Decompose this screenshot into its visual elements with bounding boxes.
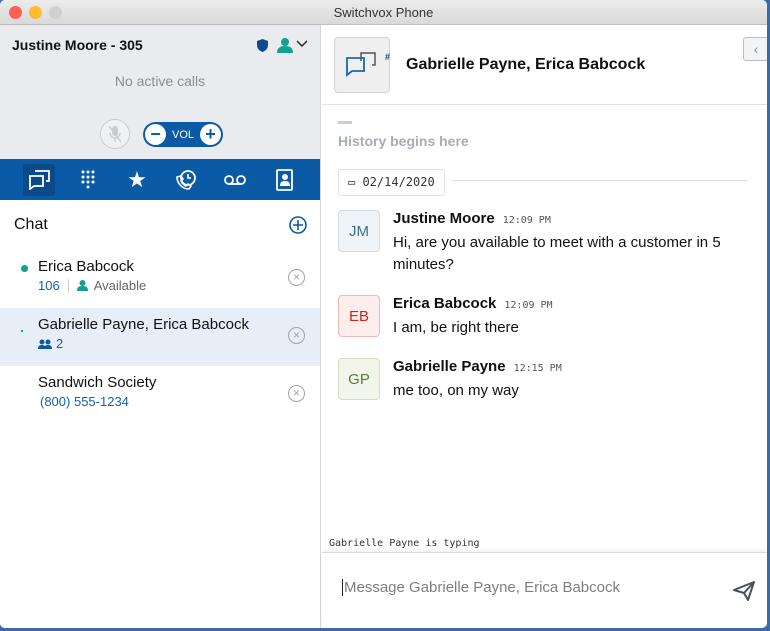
mute-button[interactable] xyxy=(100,119,130,149)
nav-voicemail[interactable] xyxy=(219,164,251,196)
avatar: GP xyxy=(338,358,380,400)
voicemail-icon xyxy=(224,174,246,185)
chat-list-title: Chat xyxy=(14,216,48,233)
close-chat-button[interactable]: × xyxy=(288,327,305,344)
chevron-down-icon[interactable] xyxy=(296,40,308,48)
user-status-icon[interactable] xyxy=(277,37,293,53)
contacts-icon xyxy=(276,168,293,191)
close-window-button[interactable] xyxy=(9,6,22,19)
collapse-panel-button[interactable]: ‹ xyxy=(743,37,767,61)
chat-list-header: Chat xyxy=(0,200,320,250)
chat-list-item[interactable]: Erica Babcock 106 Available × xyxy=(0,250,320,308)
chat-list-item[interactable]: Sandwich Society (800) 555-1234 × xyxy=(0,366,320,424)
sidebar: Justine Moore - 305 No active calls − VO… xyxy=(0,25,321,628)
group-chat-avatar: # xyxy=(334,37,390,93)
nav-dialpad[interactable] xyxy=(72,164,104,196)
calendar-icon: ▭ xyxy=(348,175,363,189)
conversation-header: # Gabrielle Payne, Erica Babcock ‹ xyxy=(322,25,767,105)
message-composer: Message Gabrielle Payne, Erica Babcock xyxy=(322,552,767,628)
chat-list-item[interactable]: Gabrielle Payne, Erica Babcock 2 × xyxy=(0,308,320,366)
extension: 106 xyxy=(38,278,60,293)
svg-text:#: # xyxy=(385,52,390,62)
message-text: Hi, are you available to meet with a cus… xyxy=(393,234,721,273)
window-title: Switchvox Phone xyxy=(333,5,434,20)
no-active-calls: No active calls xyxy=(114,73,206,89)
chat-name: Erica Babcock xyxy=(38,258,134,275)
message: EB Erica Babcock 12:09 PM I am, be right … xyxy=(338,295,751,339)
date-label: 02/14/2020 xyxy=(362,175,435,189)
send-button[interactable] xyxy=(733,581,755,601)
call-history-icon xyxy=(176,169,196,190)
message-input[interactable]: Message Gabrielle Payne, Erica Babcock xyxy=(342,579,620,596)
chat-name: Sandwich Society xyxy=(38,374,157,391)
close-chat-button[interactable]: × xyxy=(288,269,305,286)
group-chat-icon: # xyxy=(346,52,390,77)
message-text: I am, be right there xyxy=(393,319,519,336)
nav-chat[interactable] xyxy=(23,163,55,196)
nav-contacts[interactable] xyxy=(268,164,300,196)
avatar: EB xyxy=(338,295,380,337)
date-badge: ▭ 02/14/2020 xyxy=(338,169,445,196)
history-begins: History begins here xyxy=(338,133,469,149)
main-nav: ★ xyxy=(0,159,320,200)
call-panel: Justine Moore - 305 No active calls − VO… xyxy=(0,25,320,159)
message-text: me too, on my way xyxy=(393,382,519,399)
volume-down-button[interactable]: − xyxy=(145,124,166,145)
nav-call-history[interactable] xyxy=(170,164,202,196)
dialpad-icon xyxy=(81,170,95,188)
app-window: Switchvox Phone Justine Moore - 305 No a… xyxy=(0,0,767,628)
zoom-window-button[interactable] xyxy=(49,6,62,19)
user-name: Justine Moore - 305 xyxy=(12,37,143,53)
presence-status: Available xyxy=(93,278,147,293)
volume-control: − VOL + xyxy=(143,122,223,147)
conversation-panel: # Gabrielle Payne, Erica Babcock ‹ Histo… xyxy=(322,25,767,628)
message-time: 12:09 PM xyxy=(502,215,551,226)
user-icon xyxy=(76,280,88,291)
message-time: 12:15 PM xyxy=(513,363,562,374)
title-bar: Switchvox Phone xyxy=(0,0,767,25)
message-time: 12:09 PM xyxy=(504,300,553,311)
close-chat-button[interactable]: × xyxy=(288,385,305,402)
message: JM Justine Moore 12:09 PM Hi, are you ava… xyxy=(338,210,751,276)
minimize-window-button[interactable] xyxy=(29,6,42,19)
member-count: 2 xyxy=(56,336,64,351)
star-icon: ★ xyxy=(127,166,147,192)
unread-indicator xyxy=(21,330,23,332)
phone-number: (800) 555-1234 xyxy=(40,394,129,409)
chat-name: Gabrielle Payne, Erica Babcock xyxy=(38,316,249,333)
shield-icon xyxy=(257,39,268,52)
mic-off-icon xyxy=(108,125,122,143)
conversation-title: Gabrielle Payne, Erica Babcock xyxy=(406,56,646,73)
date-divider xyxy=(452,180,747,181)
typing-indicator: Gabrielle Payne is typing xyxy=(329,538,480,549)
chat-icon xyxy=(29,169,50,190)
new-chat-button[interactable] xyxy=(289,216,307,234)
sender-name: Erica Babcock xyxy=(393,295,497,312)
avatar: JM xyxy=(338,210,380,252)
message: GP Gabrielle Payne 12:15 PM me too, on my… xyxy=(338,358,751,402)
group-icon xyxy=(38,339,52,349)
online-indicator xyxy=(21,265,28,272)
divider xyxy=(338,121,352,124)
volume-up-button[interactable]: + xyxy=(199,124,221,145)
volume-label: VOL xyxy=(171,128,194,141)
sender-name: Justine Moore xyxy=(393,210,495,227)
sender-name: Gabrielle Payne xyxy=(393,358,506,375)
nav-favorites[interactable]: ★ xyxy=(121,164,153,196)
